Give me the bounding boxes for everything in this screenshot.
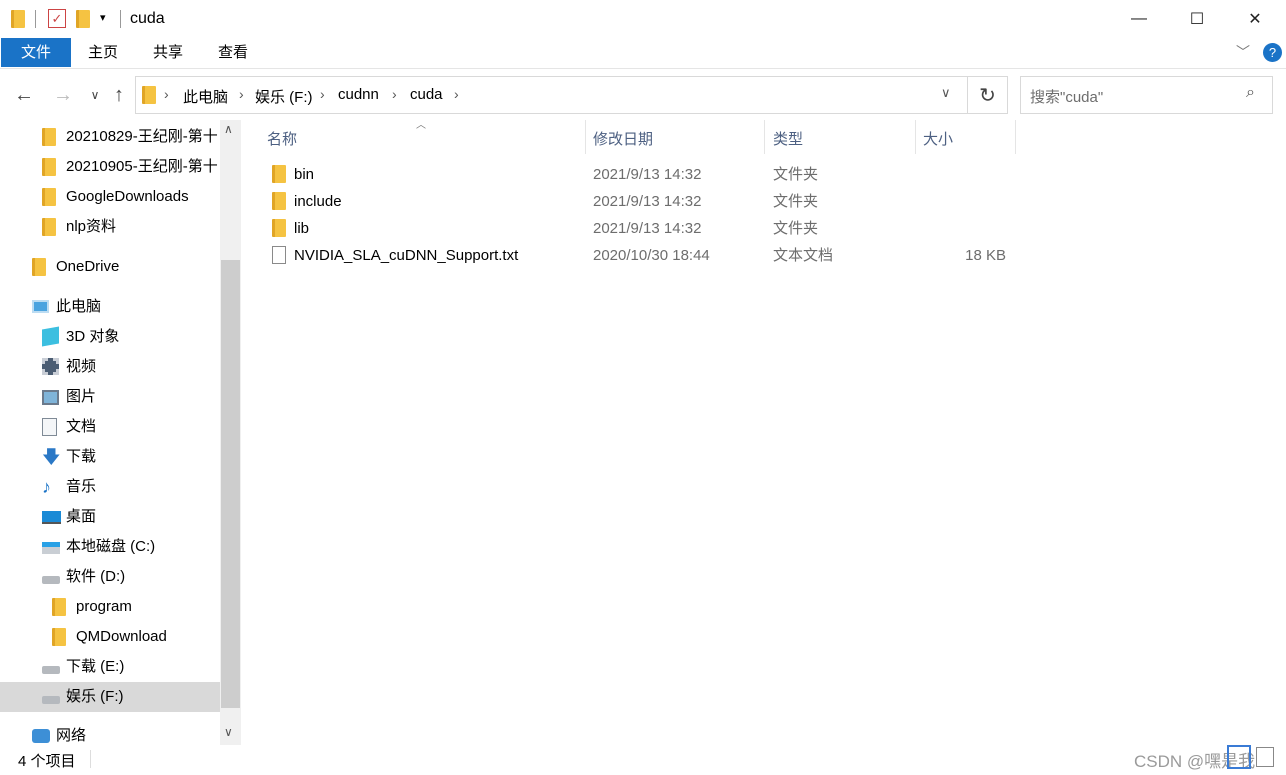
sidebar-item[interactable]: 文档 <box>42 412 222 442</box>
breadcrumb-cudnn[interactable]: cudnn <box>338 86 379 103</box>
search-box[interactable]: 搜索"cuda" ⌕ <box>1020 76 1273 114</box>
refresh-button[interactable]: ↻ <box>967 76 1008 114</box>
tab-file[interactable]: 文件 <box>1 38 71 67</box>
file-row[interactable]: lib 2021/9/13 14:32 文件夹 <box>264 215 1024 242</box>
sidebar-item[interactable]: program <box>52 592 222 622</box>
sidebar-item[interactable]: nlp资料 <box>42 212 222 242</box>
folder-icon <box>272 165 286 183</box>
pc-icon <box>32 300 49 313</box>
sidebar-item[interactable]: 本地磁盘 (C:) <box>42 532 222 562</box>
scroll-up-icon[interactable]: ∧ <box>224 122 233 136</box>
video-icon <box>42 358 59 375</box>
folder-icon <box>52 598 66 616</box>
breadcrumb-drive-f[interactable]: 娱乐 (F:) <box>255 86 313 107</box>
sidebar-item[interactable]: QMDownload <box>52 622 222 652</box>
help-icon[interactable]: ? <box>1263 43 1282 62</box>
column-header-type[interactable]: 类型 <box>773 128 803 150</box>
document-icon <box>42 418 57 436</box>
item-count: 4 个项目 <box>18 753 76 770</box>
up-arrow-icon[interactable]: ↑ <box>106 82 132 108</box>
chevron-right-icon[interactable]: › <box>392 86 397 102</box>
tab-share[interactable]: 共享 <box>145 38 191 67</box>
title-bar: ✓ ▾ cuda — ☐ ✕ <box>0 0 1286 38</box>
details-view-icon[interactable] <box>1227 745 1251 769</box>
large-icons-view-icon[interactable] <box>1256 747 1274 767</box>
sidebar-item[interactable]: ♪ 音乐 <box>42 472 222 502</box>
status-bar: 4 个项目 CSDN @嘿是我 <box>0 745 1286 775</box>
file-row[interactable]: include 2021/9/13 14:32 文件夹 <box>264 188 1024 215</box>
tab-view[interactable]: 查看 <box>210 38 256 67</box>
column-header-name[interactable]: 名称 <box>267 128 297 150</box>
download-arrow-icon: 🡇 <box>42 447 61 467</box>
chevron-right-icon[interactable]: › <box>164 86 169 102</box>
cube-icon <box>42 326 59 347</box>
minimize-button[interactable]: — <box>1110 0 1168 38</box>
maximize-button[interactable]: ☐ <box>1168 0 1226 38</box>
drive-icon <box>42 696 60 704</box>
text-file-icon <box>272 246 286 264</box>
properties-icon[interactable]: ✓ <box>48 9 66 28</box>
column-header-size[interactable]: 大小 <box>923 128 953 150</box>
sidebar-item-this-pc[interactable]: 此电脑 <box>32 292 222 322</box>
new-folder-icon[interactable] <box>76 10 90 28</box>
address-bar[interactable]: › 此电脑 › 娱乐 (F:) › cudnn › cuda › ∨ <box>135 76 968 114</box>
chevron-right-icon[interactable]: › <box>454 86 459 102</box>
search-input[interactable]: 搜索"cuda" <box>1030 86 1103 107</box>
recent-locations-icon[interactable]: ∨ <box>82 82 108 108</box>
sidebar-item-selected[interactable]: 娱乐 (F:) <box>0 682 220 712</box>
sidebar-item[interactable]: 3D 对象 <box>42 322 222 352</box>
forward-arrow-icon[interactable]: → <box>50 82 76 108</box>
customize-toolbar-icon[interactable]: ▾ <box>100 11 106 24</box>
sidebar-item[interactable]: 20210905-王纪刚-第十 <box>42 152 222 182</box>
window-title: cuda <box>130 10 165 27</box>
picture-icon <box>42 390 59 405</box>
sidebar-item[interactable]: 视频 <box>42 352 222 382</box>
drive-icon <box>42 576 60 584</box>
folder-icon <box>52 628 66 646</box>
ribbon-divider <box>0 68 1286 69</box>
column-header-modified[interactable]: 修改日期 <box>593 128 653 150</box>
close-button[interactable]: ✕ <box>1226 0 1284 38</box>
sidebar-item[interactable]: 图片 <box>42 382 222 412</box>
search-icon[interactable]: ⌕ <box>1246 84 1255 102</box>
expand-ribbon-icon[interactable]: ﹀ <box>1236 42 1250 62</box>
music-note-icon: ♪ <box>42 477 51 497</box>
sidebar-item[interactable]: 桌面 <box>42 502 222 532</box>
folder-icon <box>32 258 46 276</box>
sort-ascending-icon: ︿ <box>416 120 426 131</box>
tab-home[interactable]: 主页 <box>80 38 126 67</box>
folder-icon <box>42 158 56 176</box>
address-dropdown-icon[interactable]: ∨ <box>941 85 951 101</box>
breadcrumb-this-pc[interactable]: 此电脑 <box>183 86 228 107</box>
sidebar-item[interactable]: 软件 (D:) <box>42 562 222 592</box>
windows-drive-icon <box>42 542 60 554</box>
sidebar-item-onedrive[interactable]: OneDrive <box>32 252 222 282</box>
folder-icon <box>272 192 286 210</box>
folder-icon <box>42 128 56 146</box>
folder-icon <box>42 188 56 206</box>
desktop-icon <box>42 511 61 524</box>
navigation-pane: 20210829-王纪刚-第十 20210905-王纪刚-第十 GoogleDo… <box>0 120 242 745</box>
folder-icon <box>142 86 156 104</box>
ribbon-tabs: 文件 主页 共享 查看 ﹀ ? <box>0 38 1286 67</box>
sidebar-item[interactable]: 20210829-王纪刚-第十 <box>42 122 222 152</box>
file-row[interactable]: bin 2021/9/13 14:32 文件夹 <box>264 161 1024 188</box>
folder-icon <box>272 219 286 237</box>
chevron-right-icon[interactable]: › <box>320 86 325 102</box>
file-row[interactable]: NVIDIA_SLA_cuDNN_Support.txt 2020/10/30 … <box>264 242 1024 269</box>
sidebar-item[interactable]: GoogleDownloads <box>42 182 222 212</box>
sidebar-item[interactable]: 🡇 下载 <box>42 442 222 472</box>
sidebar-item[interactable]: 下载 (E:) <box>42 652 222 682</box>
folder-icon <box>42 218 56 236</box>
back-arrow-icon[interactable]: ← <box>11 82 37 108</box>
breadcrumb-cuda[interactable]: cuda <box>410 86 443 103</box>
chevron-right-icon[interactable]: › <box>239 86 244 102</box>
network-icon <box>32 729 50 743</box>
drive-icon <box>42 666 60 674</box>
folder-icon <box>11 10 25 28</box>
refresh-icon: ↻ <box>979 84 996 107</box>
sidebar-scroll-thumb[interactable] <box>221 260 240 708</box>
scroll-down-icon[interactable]: ∨ <box>224 725 233 739</box>
